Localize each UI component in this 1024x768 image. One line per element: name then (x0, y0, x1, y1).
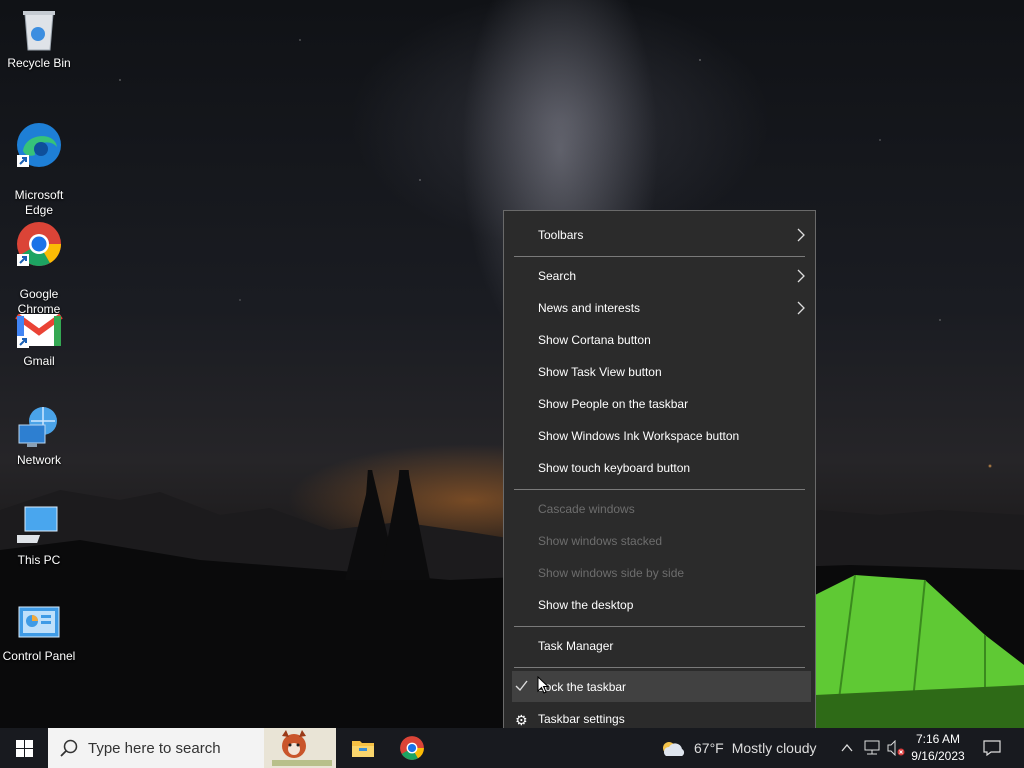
recycle-bin-icon (23, 11, 55, 51)
menu-separator (514, 626, 805, 627)
chrome-icon (17, 222, 61, 266)
search-icon (60, 739, 78, 757)
taskbar-clock[interactable]: 7:16 AM 9/16/2023 (900, 731, 976, 765)
desktop-icon-microsoft-edge[interactable]: Microsoft Edge (0, 106, 78, 218)
edge-icon (17, 123, 61, 167)
clock-date: 9/16/2023 (911, 749, 965, 763)
desktop-icon-recycle-bin[interactable]: Recycle Bin (0, 8, 78, 71)
menu-item-cascade-windows: Cascade windows (504, 493, 815, 524)
menu-item-label: Show windows stacked (538, 533, 663, 548)
taskbar-context-menu: Toolbars Search News and interests Show … (503, 210, 816, 744)
desktop-icon-label: Network (16, 453, 61, 467)
desktop-icon-label: This PC (17, 553, 61, 567)
weather-condition: Mostly cloudy (731, 740, 817, 756)
menu-item-news-and-interests[interactable]: News and interests (504, 292, 815, 323)
taskbar: Type here to search 67°F Mostly cloudy 7… (0, 728, 1024, 768)
cloud-icon (663, 742, 685, 756)
desktop-icon-control-panel[interactable]: Control Panel (0, 605, 78, 664)
menu-item-label: Taskbar settings (538, 711, 625, 726)
search-placeholder: Type here to search (88, 739, 221, 757)
menu-item-show-task-view-button[interactable]: Show Task View button (504, 356, 815, 387)
menu-item-label: Toolbars (538, 227, 584, 242)
network-icon (18, 407, 57, 447)
network-tray-button[interactable] (860, 728, 884, 768)
menu-item-label: Show People on the taskbar (538, 396, 689, 411)
action-center-button[interactable] (976, 728, 1008, 768)
red-panda-search-highlight-icon (264, 728, 336, 768)
control-panel-icon (18, 606, 60, 638)
menu-separator (514, 256, 805, 257)
menu-item-show-windows-side-by-side: Show windows side by side (504, 557, 815, 588)
taskbar-google-chrome[interactable] (388, 728, 436, 768)
ethernet-icon (864, 740, 880, 755)
menu-item-label: Search (538, 268, 577, 283)
show-hidden-icons-button[interactable] (836, 728, 858, 768)
menu-item-toolbars[interactable]: Toolbars (504, 219, 815, 250)
menu-item-label: Task Manager (538, 638, 614, 653)
menu-item-label: Show Task View button (538, 364, 662, 379)
taskbar-weather-widget[interactable]: 67°F Mostly cloudy (660, 728, 825, 768)
weather-temperature: 67°F (694, 740, 724, 756)
menu-item-show-cortana-button[interactable]: Show Cortana button (504, 324, 815, 355)
mouse-cursor-icon (537, 676, 549, 694)
desktop-icon-google-chrome[interactable]: Google Chrome (0, 205, 78, 317)
computer-icon (17, 506, 58, 543)
menu-item-show-the-desktop[interactable]: Show the desktop (504, 589, 815, 620)
desktop-icon-label: Recycle Bin (7, 56, 71, 70)
desktop-icon-network[interactable]: Network (0, 405, 78, 468)
menu-item-label: Show windows side by side (538, 565, 685, 580)
menu-item-label: Cascade windows (538, 501, 635, 516)
desktop-icon-gmail[interactable]: Gmail (0, 310, 78, 369)
gmail-icon (15, 313, 63, 348)
chevron-up-icon (841, 744, 853, 752)
chevron-right-icon (797, 228, 805, 242)
notification-icon (983, 740, 1001, 756)
menu-item-show-people[interactable]: Show People on the taskbar (504, 388, 815, 419)
clock-time: 7:16 AM (915, 732, 961, 746)
menu-item-show-touch-keyboard[interactable]: Show touch keyboard button (504, 452, 815, 483)
menu-item-search[interactable]: Search (504, 260, 815, 291)
menu-item-show-ink-workspace[interactable]: Show Windows Ink Workspace button (504, 420, 815, 451)
gear-icon: ⚙ (515, 712, 528, 728)
windows-logo-icon (15, 739, 33, 757)
menu-separator (514, 667, 805, 668)
chevron-right-icon (797, 269, 805, 283)
menu-item-label: Show touch keyboard button (538, 460, 691, 475)
menu-item-label: Lock the taskbar (538, 679, 627, 694)
checkmark-icon (515, 680, 528, 692)
taskbar-search-box[interactable]: Type here to search (48, 728, 336, 768)
menu-item-label: Show Cortana button (538, 332, 651, 347)
chevron-right-icon (797, 301, 805, 315)
desktop-icon-label: Gmail (23, 354, 55, 368)
desktop-icon-this-pc[interactable]: This PC (0, 505, 78, 568)
menu-item-label: Show Windows Ink Workspace button (538, 428, 740, 443)
chrome-icon (400, 736, 424, 760)
menu-item-label: News and interests (538, 300, 641, 315)
start-button[interactable] (0, 728, 48, 768)
menu-item-lock-the-taskbar[interactable]: Lock the taskbar (512, 671, 811, 702)
menu-item-task-manager[interactable]: Task Manager (504, 630, 815, 661)
desktop-icon-label: Control Panel (2, 649, 76, 663)
wallpaper-tent (815, 575, 1024, 730)
menu-item-show-windows-stacked: Show windows stacked (504, 525, 815, 556)
menu-item-label: Show the desktop (538, 597, 634, 612)
menu-separator (514, 489, 805, 490)
folder-icon (352, 741, 374, 757)
taskbar-file-explorer[interactable] (339, 728, 387, 768)
